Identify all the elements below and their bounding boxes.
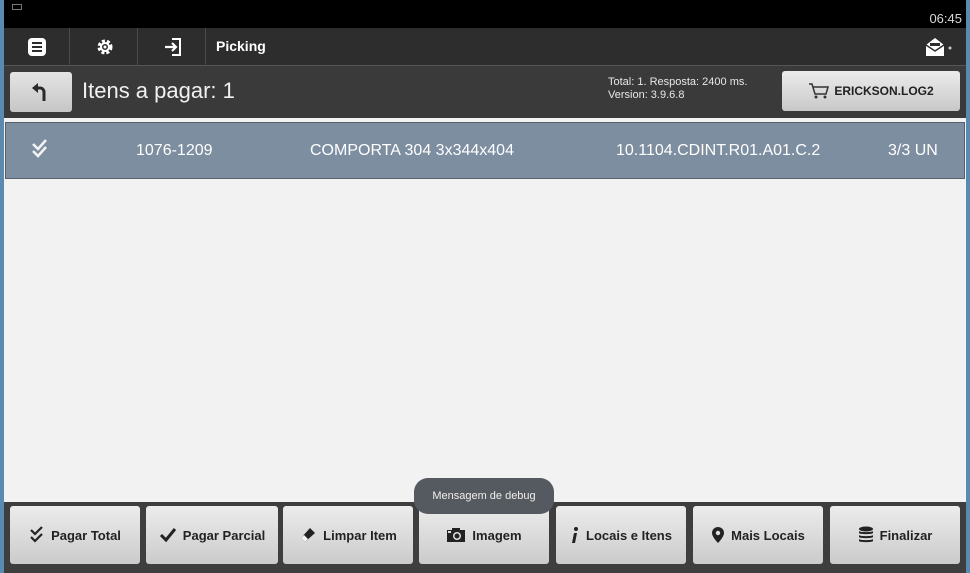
list-item[interactable]: 1076-1209 COMPORTA 304 3x344x404 10.1104… [5,122,965,179]
item-quantity: 3/3 UN [888,142,938,159]
pay-partial-button[interactable]: Pagar Parcial [146,506,278,564]
menu-button[interactable] [4,28,70,66]
response-info: Total: 1. Resposta: 2400 ms. Version: 3.… [608,76,747,102]
finish-button[interactable]: Finalizar [830,506,960,564]
response-info-line: Total: 1. Resposta: 2400 ms. [608,76,748,88]
page-title: Picking [216,38,266,54]
settings-button[interactable] [72,28,138,66]
item-description: COMPORTA 304 3x344x404 [310,142,514,159]
debug-toast: Mensagem de debug [414,478,554,514]
info-icon [572,527,578,543]
version-info: Version: 3.9.6.8 [608,89,685,101]
image-button[interactable]: Imagem [419,506,549,564]
item-location: 10.1104.CDINT.R01.A01.C.2 [616,142,821,159]
map-pin-icon [712,527,725,543]
header-bar: Itens a pagar: 1 Total: 1. Resposta: 240… [4,66,966,118]
clear-item-button[interactable]: Limpar Item [283,506,413,564]
menu-icon [27,38,46,56]
login-icon [164,38,181,56]
pay-total-button[interactable]: Pagar Total [10,506,140,564]
finish-label: Finalizar [879,527,933,543]
camera-icon [447,528,466,542]
double-check-icon [30,526,43,543]
user-button[interactable]: ERICKSON.LOG2 [782,71,960,111]
app-screen: 06:45 Picking Itens a pagar: 1 Total: 1.… [4,0,966,573]
keyboard-icon [12,4,22,10]
back-button[interactable] [10,72,72,112]
locations-items-label: Locais e Itens [586,527,672,543]
double-check-icon [30,138,50,165]
gear-icon [97,39,112,55]
pay-total-label: Pagar Total [51,527,121,543]
items-to-pay-title: Itens a pagar: 1 [82,78,235,103]
back-arrow-icon [32,83,46,101]
database-icon [858,526,873,543]
toolbar: Picking [4,28,966,66]
image-label: Imagem [472,527,522,543]
cart-icon [809,83,830,99]
clock: 06:45 [929,11,962,26]
more-locations-label: Mais Locais [731,527,805,543]
more-locations-button[interactable]: Mais Locais [693,506,823,564]
status-bar: 06:45 [4,0,966,28]
eraser-icon [301,528,316,542]
clear-item-label: Limpar Item [323,527,397,543]
messages-button[interactable] [922,33,956,61]
check-icon [159,528,176,543]
mail-icon [925,38,952,56]
login-button[interactable] [140,28,206,66]
pay-partial-label: Pagar Parcial [182,527,266,543]
locations-items-button[interactable]: Locais e Itens [556,506,686,564]
user-label: ERICKSON.LOG2 [834,84,934,98]
item-code: 1076-1209 [136,142,213,159]
items-list: 1076-1209 COMPORTA 304 3x344x404 10.1104… [4,118,966,502]
